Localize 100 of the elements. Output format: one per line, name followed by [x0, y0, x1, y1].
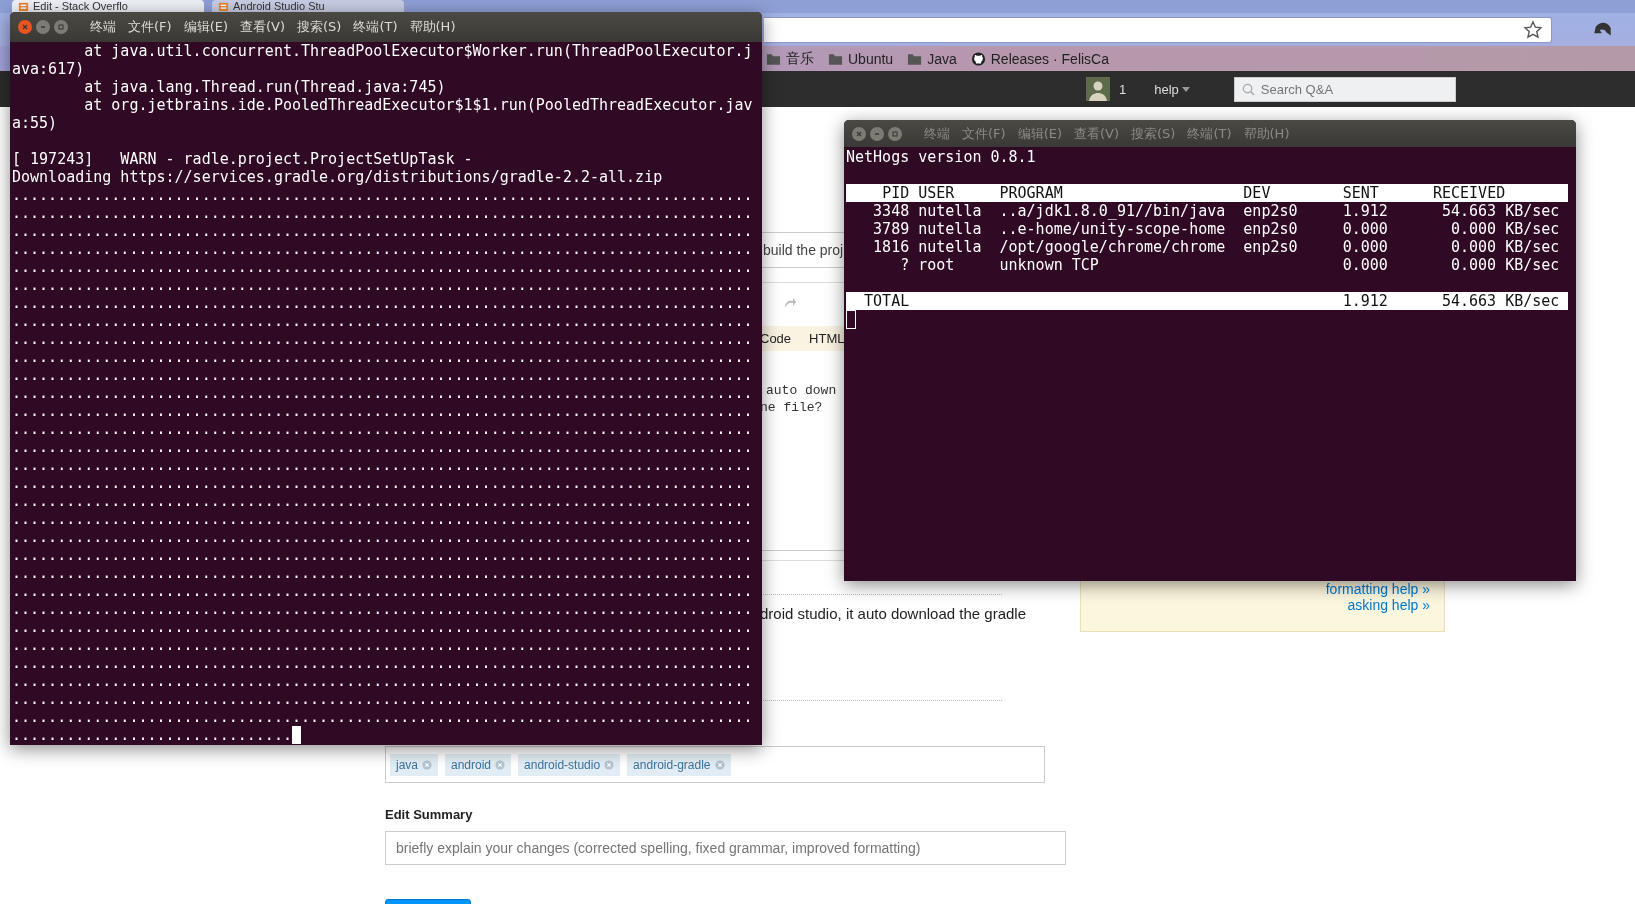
table-cell: 1.912 [1342, 292, 1388, 310]
column-header: PID [881, 184, 911, 202]
close-button[interactable] [18, 20, 32, 34]
caret-icon [1181, 86, 1190, 92]
terminal-line: .................................................................................. [12, 636, 753, 654]
terminal-line: .................................................................................. [12, 366, 753, 384]
menu-item[interactable]: 终端 [90, 18, 116, 36]
tag[interactable]: android-gradle [627, 753, 731, 776]
table-cell: enp2s0 [1243, 220, 1298, 238]
terminal-line: .................................................................................. [12, 600, 753, 618]
terminal-line: .................................................................................. [12, 708, 753, 726]
bookmark[interactable]: Releases · FelisCa [970, 50, 1109, 67]
folder-icon [907, 51, 923, 66]
terminal-line: .................................................................................. [12, 564, 753, 582]
table-cell: ? [900, 256, 910, 274]
menu-item[interactable]: 终端 [924, 124, 950, 143]
terminal-line: .................................................................................. [12, 258, 753, 276]
terminal-line: .................................................................................. [12, 582, 753, 600]
terminal-line: .................................................................................. [12, 222, 753, 240]
help-menu[interactable]: help [1154, 81, 1190, 97]
remove-icon[interactable] [495, 759, 506, 770]
terminal-line: .................................................................................. [12, 294, 753, 312]
terminal-line: .................................................................................. [12, 492, 753, 510]
table-cell: nutella [918, 238, 982, 256]
bookmark[interactable]: 音乐 [766, 49, 814, 68]
table-cell: 0.000 [1342, 238, 1388, 256]
table-cell: 54.663 KB/sec [1441, 292, 1560, 310]
title-fragment: build the proj [763, 242, 844, 258]
folder-icon [766, 51, 781, 66]
terminal-line: .................................................................................. [12, 618, 753, 636]
close-button[interactable] [852, 126, 866, 141]
terminal-line: .................................................................................. [12, 672, 753, 690]
remove-icon[interactable] [604, 759, 615, 770]
terminal-line: .................................................................................. [12, 240, 753, 258]
cursor [291, 726, 301, 744]
minimize-button[interactable] [36, 20, 50, 34]
menu-item[interactable]: 帮助(H) [409, 18, 456, 36]
redo-icon[interactable] [783, 296, 797, 310]
terminal-line: at org.jetbrains.ide.PooledThreadExecutor$1$1.run(PooledThreadExecutor.jav [83, 96, 754, 114]
terminal-line: a:55) [12, 114, 59, 132]
tags-field[interactable]: java android android-studio android-gradle [385, 746, 1045, 783]
bookmark[interactable]: Java [907, 50, 957, 67]
minimize-button[interactable] [870, 126, 884, 141]
help-link[interactable]: asking help » [1347, 597, 1430, 613]
search-field[interactable]: Search Q&A [1233, 76, 1456, 102]
column-header: RECEIVED [1432, 184, 1507, 202]
terminal-line: .................................................................................. [12, 528, 753, 546]
table-cell: 0.000 KB/sec [1451, 220, 1560, 238]
terminal-line: .................................................................................. [12, 330, 753, 348]
menu-item[interactable]: 编辑(E) [183, 18, 228, 36]
terminal-line: .................................................................................. [12, 510, 753, 528]
terminal-line: .................................................................................. [12, 204, 753, 222]
terminal-line: ava:617) [12, 60, 86, 78]
cat-icon [970, 51, 986, 66]
maximize-button[interactable] [888, 126, 902, 141]
table-cell: 3789 [873, 220, 910, 238]
remove-icon[interactable] [422, 759, 432, 770]
avatar[interactable] [1086, 77, 1110, 101]
table-cell: 54.663 KB/sec [1441, 202, 1560, 220]
tag[interactable]: java [390, 753, 438, 776]
tag[interactable]: android-studio [518, 753, 621, 776]
menu-item[interactable]: 搜索(S) [297, 18, 342, 36]
tag[interactable]: android [445, 753, 512, 776]
summary-field[interactable]: briefly explain your changes (corrected spelling, fixed grammar, improved formatting) [385, 831, 1066, 865]
terminal-line: .................................................................................. [12, 312, 753, 330]
terminal-line: NetHogs version 0.8.1 [846, 148, 1037, 166]
terminal-line: .................................................................................. [12, 384, 753, 402]
field-label: Edit Summary [385, 807, 474, 822]
editor-line: auto down [766, 382, 837, 399]
table-cell: nutella [918, 202, 982, 220]
terminal-line: .................................................................................. [12, 654, 753, 672]
column-header: SENT [1342, 184, 1380, 202]
menu-item[interactable]: 终端(T) [353, 18, 398, 36]
table-cell: /opt/google/chrome/chrome [999, 238, 1226, 256]
terminal-line: Downloading https://services.gradle.org/distributions/gradle-2.2-all.zip [12, 168, 664, 186]
terminal-line: .................................................................................. [12, 420, 753, 438]
table-cell: TOTAL [864, 292, 910, 310]
table-cell: 0.000 KB/sec [1451, 256, 1560, 274]
maximize-button[interactable] [54, 20, 68, 34]
menu-item[interactable]: 文件(F) [128, 18, 172, 36]
terminal-line: .................................................................................. [12, 186, 753, 204]
editor-tab[interactable]: HTML [809, 331, 845, 346]
table-cell: 1816 [873, 238, 910, 256]
terminal-line: .................................................................................. [12, 474, 753, 492]
column-header: PROGRAM [999, 184, 1064, 202]
address-field[interactable] [764, 16, 1552, 43]
menu-item[interactable]: 查看(V) [240, 18, 286, 36]
terminal-line: .................................................................................. [12, 438, 753, 456]
table-cell: 0.000 [1342, 220, 1388, 238]
column-header: USER [918, 184, 956, 202]
remove-icon[interactable] [714, 759, 725, 770]
table-cell: nutella [918, 220, 982, 238]
help-link[interactable]: formatting help » [1325, 581, 1430, 597]
column-header: DEV [1243, 184, 1272, 202]
star-icon[interactable] [1523, 19, 1543, 40]
table-cell: unknown TCP [999, 256, 1099, 274]
bookmark[interactable]: Ubuntu [828, 50, 894, 67]
terminal-line: .................................................................................. [12, 690, 753, 708]
table-cell: 3348 [873, 202, 910, 220]
table-cell: 0.000 KB/sec [1451, 238, 1560, 256]
